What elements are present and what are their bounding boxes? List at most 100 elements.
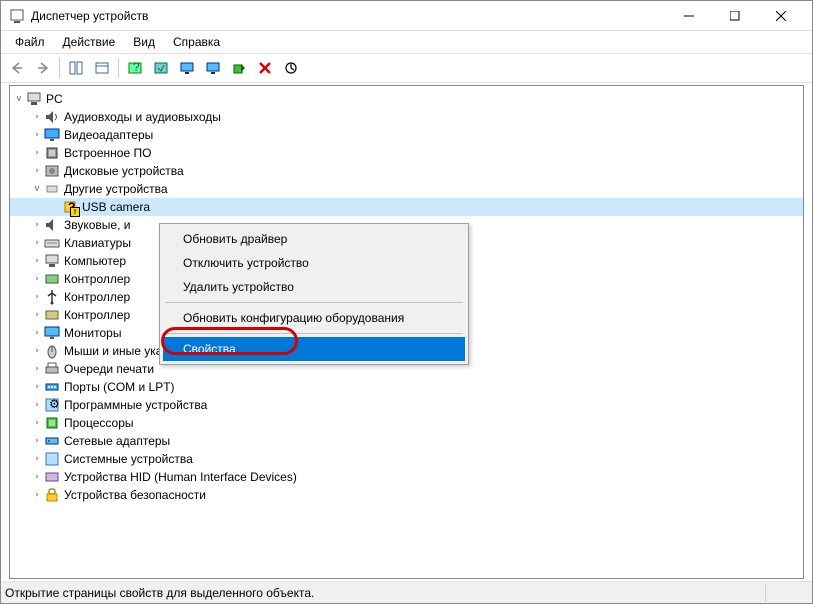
- device-icon: [44, 127, 60, 143]
- tree-category[interactable]: › Порты (COM и LPT): [10, 378, 803, 396]
- status-text: Открытие страницы свойств для выделенног…: [5, 586, 314, 600]
- device-icon: [44, 235, 60, 251]
- expand-icon[interactable]: ›: [30, 238, 44, 248]
- tool-bar: ?: [1, 53, 812, 83]
- tree-label: Устройства безопасности: [64, 488, 210, 502]
- expand-icon[interactable]: ›: [30, 490, 44, 500]
- context-menu-item[interactable]: Свойства: [163, 337, 465, 361]
- menu-help[interactable]: Справка: [165, 33, 228, 51]
- tree-category[interactable]: › Дисковые устройства: [10, 162, 803, 180]
- scan-button[interactable]: [149, 56, 173, 80]
- device-icon: [44, 325, 60, 341]
- tree-root[interactable]: v PC: [10, 90, 803, 108]
- tree-label: Сетевые адаптеры: [64, 434, 174, 448]
- expand-icon[interactable]: ›: [30, 220, 44, 230]
- tree-label: Мониторы: [64, 326, 125, 340]
- tree-label: USB camera: [82, 200, 154, 214]
- device-icon: [44, 181, 60, 197]
- svg-text:?: ?: [133, 61, 140, 74]
- expand-icon[interactable]: ›: [30, 130, 44, 140]
- show-hide-button[interactable]: [64, 56, 88, 80]
- expand-icon[interactable]: ›: [30, 310, 44, 320]
- tree-label: Процессоры: [64, 416, 138, 430]
- tree-label: Контроллер: [64, 308, 134, 322]
- expand-icon[interactable]: ›: [30, 418, 44, 428]
- expand-icon[interactable]: ›: [30, 346, 44, 356]
- device-icon: [44, 145, 60, 161]
- maximize-button[interactable]: [712, 1, 758, 31]
- expand-icon[interactable]: ›: [30, 472, 44, 482]
- tree-label: Клавиатуры: [64, 236, 135, 250]
- expand-icon[interactable]: ›: [30, 328, 44, 338]
- tree-category[interactable]: › Процессоры: [10, 414, 803, 432]
- tree-label: Порты (COM и LPT): [64, 380, 179, 394]
- close-button[interactable]: [758, 1, 804, 31]
- tree-label: Звуковые, и: [64, 218, 134, 232]
- tree-category[interactable]: ›Системные устройства: [10, 450, 803, 468]
- expand-icon[interactable]: ›: [30, 400, 44, 410]
- device-icon: [44, 271, 60, 287]
- menu-action[interactable]: Действие: [55, 33, 124, 51]
- context-menu-item[interactable]: Обновить драйвер: [163, 227, 465, 251]
- back-button[interactable]: [5, 56, 29, 80]
- tree-category[interactable]: ›Аудиовходы и аудиовыходы: [10, 108, 803, 126]
- tree-category[interactable]: › Видеоадаптеры: [10, 126, 803, 144]
- tree-label: Компьютер: [64, 254, 130, 268]
- device-icon: [44, 307, 60, 323]
- computer-icon: [26, 91, 42, 107]
- device-icon: [44, 163, 60, 179]
- enable-button[interactable]: [227, 56, 251, 80]
- context-menu-item[interactable]: Отключить устройство: [163, 251, 465, 275]
- expand-icon[interactable]: ›: [30, 274, 44, 284]
- expand-icon[interactable]: ›: [30, 382, 44, 392]
- device-icon: [44, 469, 60, 485]
- context-menu: Обновить драйверОтключить устройствоУдал…: [159, 223, 469, 365]
- context-separator: [165, 302, 463, 303]
- help-button[interactable]: ?: [123, 56, 147, 80]
- app-icon: [9, 8, 25, 24]
- minimize-button[interactable]: [666, 1, 712, 31]
- expand-icon[interactable]: ›: [30, 112, 44, 122]
- expand-icon[interactable]: ›: [30, 454, 44, 464]
- display-button-1[interactable]: [175, 56, 199, 80]
- context-separator: [165, 333, 463, 334]
- device-icon: [44, 109, 60, 125]
- tree-category[interactable]: › Устройства безопасности: [10, 486, 803, 504]
- status-bar: Открытие страницы свойств для выделенног…: [1, 581, 812, 603]
- expand-icon[interactable]: ›: [30, 436, 44, 446]
- menu-view[interactable]: Вид: [125, 33, 163, 51]
- display-button-2[interactable]: [201, 56, 225, 80]
- update-button[interactable]: [279, 56, 303, 80]
- expand-icon[interactable]: ›: [30, 364, 44, 374]
- expand-icon[interactable]: ›: [30, 292, 44, 302]
- tree-device[interactable]: ?! USB camera: [10, 198, 803, 216]
- device-icon: [44, 379, 60, 395]
- tree-category[interactable]: vДругие устройства: [10, 180, 803, 198]
- expand-icon[interactable]: ›: [30, 148, 44, 158]
- expand-icon[interactable]: ›: [30, 256, 44, 266]
- device-icon: ?!: [62, 199, 78, 215]
- window-title: Диспетчер устройств: [31, 9, 666, 23]
- tree-category[interactable]: ›Устройства HID (Human Interface Devices…: [10, 468, 803, 486]
- properties-button[interactable]: [90, 56, 114, 80]
- device-icon: ⚙: [44, 397, 60, 413]
- menu-file[interactable]: Файл: [7, 33, 53, 51]
- expand-icon[interactable]: v: [30, 184, 44, 194]
- uninstall-button[interactable]: [253, 56, 277, 80]
- tree-label: Программные устройства: [64, 398, 211, 412]
- tree-label: Встроенное ПО: [64, 146, 155, 160]
- tree-label: Контроллер: [64, 290, 134, 304]
- tree-label: PC: [46, 92, 67, 106]
- forward-button[interactable]: [31, 56, 55, 80]
- collapse-icon[interactable]: v: [12, 94, 26, 104]
- expand-icon[interactable]: ›: [30, 166, 44, 176]
- tree-category[interactable]: ›⚙ Программные устройства: [10, 396, 803, 414]
- tree-category[interactable]: › Сетевые адаптеры: [10, 432, 803, 450]
- device-icon: [44, 217, 60, 233]
- tree-label: Дисковые устройства: [64, 164, 188, 178]
- tree-category[interactable]: › Встроенное ПО: [10, 144, 803, 162]
- context-menu-item[interactable]: Обновить конфигурацию оборудования: [163, 306, 465, 330]
- device-icon: [44, 415, 60, 431]
- tree-label: Видеоадаптеры: [64, 128, 157, 142]
- context-menu-item[interactable]: Удалить устройство: [163, 275, 465, 299]
